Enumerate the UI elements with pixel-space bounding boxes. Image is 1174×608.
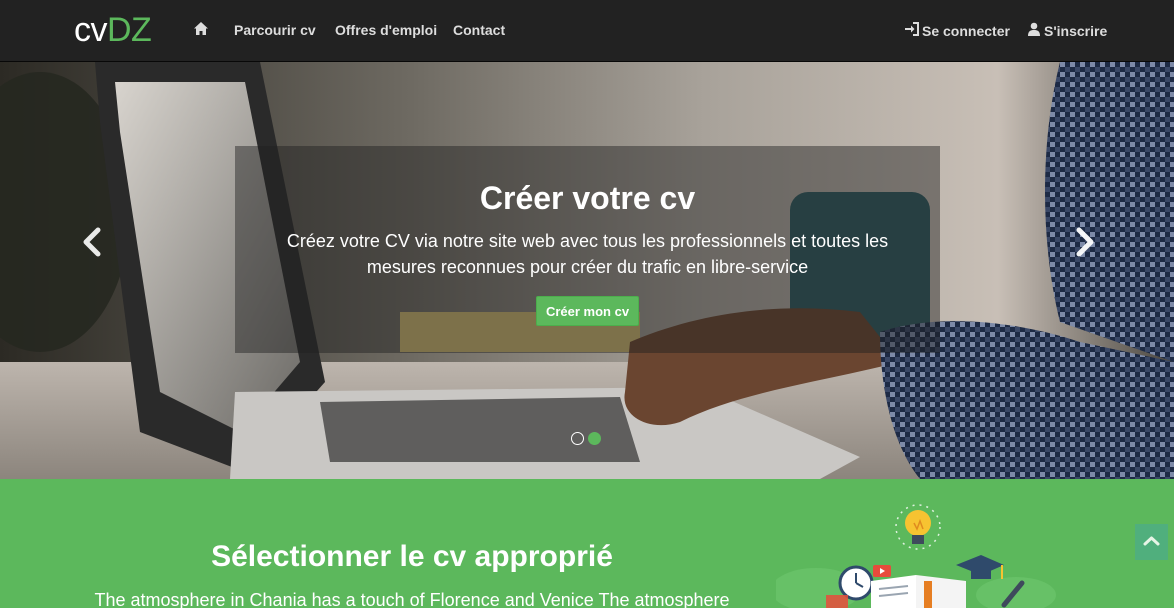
chevron-right-icon[interactable] xyxy=(1071,227,1097,257)
carousel-text: Créez votre CV via notre site web avec t… xyxy=(286,231,889,277)
carousel-indicator-1[interactable] xyxy=(571,432,584,445)
education-illustration xyxy=(776,504,1056,608)
brand-logo[interactable]: cvDZ xyxy=(74,10,152,50)
nav-link-offres-emploi[interactable]: Offres d'emploi xyxy=(335,22,437,38)
signup-label: S'inscrire xyxy=(1044,22,1108,39)
carousel-caption: Créer votre cv Créez votre CV via notre … xyxy=(235,146,940,353)
nav-link-parcourir-cv[interactable]: Parcourir cv xyxy=(234,22,316,38)
signup-link[interactable]: S'inscrire xyxy=(1027,22,1107,39)
home-icon[interactable] xyxy=(193,21,209,37)
navbar: cvDZ Parcourir cv Offres d'emploi Contac… xyxy=(0,0,1174,62)
carousel-indicator-2[interactable] xyxy=(588,432,601,445)
section-text: The atmosphere in Chania has a touch of … xyxy=(94,590,730,608)
login-link[interactable]: Se connecter xyxy=(904,22,1010,39)
brand-part-cv: cv xyxy=(74,11,108,49)
section-title: Sélectionner le cv approprié xyxy=(211,540,613,573)
brand-part-dz: DZ xyxy=(107,11,152,49)
nav-link-contact[interactable]: Contact xyxy=(453,22,505,38)
select-cv-section: Sélectionner le cv approprié The atmosph… xyxy=(0,479,1174,608)
chevron-up-icon[interactable] xyxy=(1135,524,1168,560)
chevron-left-icon[interactable] xyxy=(80,227,106,257)
user-icon xyxy=(1027,22,1041,39)
carousel-indicators xyxy=(571,432,601,445)
carousel-title: Créer votre cv xyxy=(479,180,696,216)
login-label: Se connecter xyxy=(922,22,1010,39)
login-icon xyxy=(904,22,919,39)
create-cv-button[interactable]: Créer mon cv xyxy=(536,296,639,326)
hero-carousel: Créer votre cv Créez votre CV via notre … xyxy=(0,62,1174,479)
